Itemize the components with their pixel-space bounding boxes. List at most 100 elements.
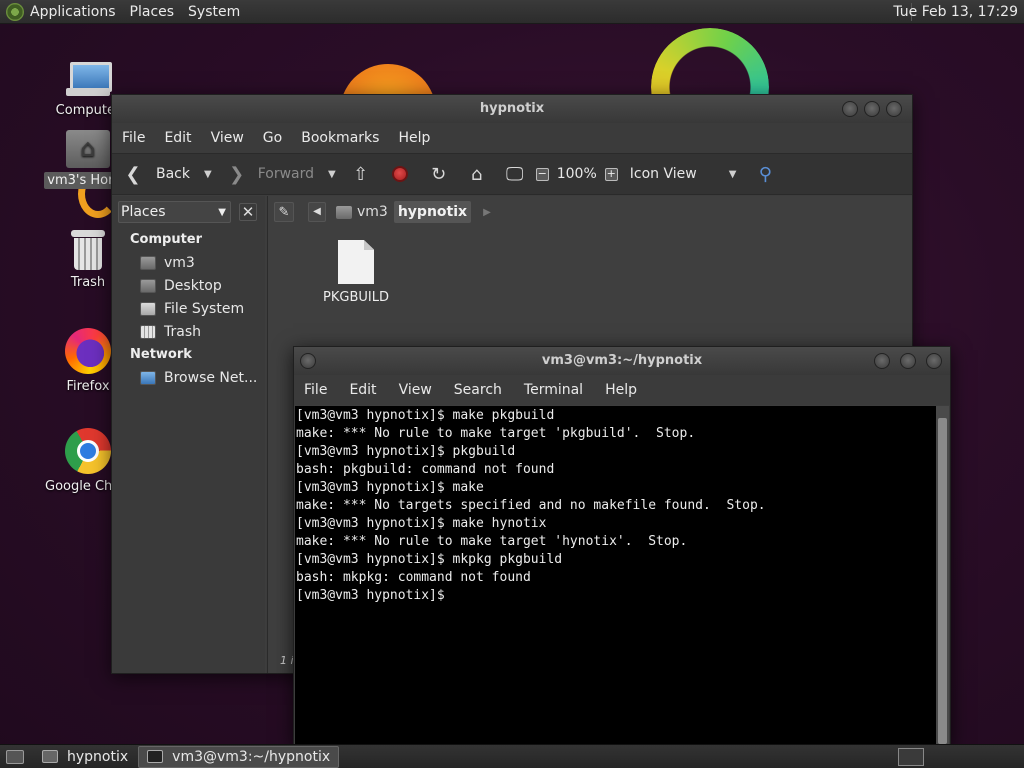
terminal-line: make: *** No rule to make target 'pkgbui… xyxy=(296,426,696,441)
trash-icon xyxy=(71,230,105,270)
menu-help[interactable]: Help xyxy=(398,130,430,146)
clock[interactable]: Tue Feb 13, 17:29 xyxy=(893,4,1018,20)
minimize-button[interactable] xyxy=(874,353,890,369)
toggle-location-entry-icon[interactable]: ✎ xyxy=(274,202,294,222)
system-menu[interactable]: System xyxy=(188,4,240,20)
menu-file[interactable]: File xyxy=(122,130,145,146)
terminal-output[interactable]: [vm3@vm3 hypnotix]$ make pkgbuild make: … xyxy=(295,406,936,746)
breadcrumb-hypnotix[interactable]: hypnotix xyxy=(393,201,472,223)
firefox-icon xyxy=(65,328,111,374)
terminal-prompt-line: [vm3@vm3 hypnotix]$ xyxy=(296,588,445,603)
terminal-line: [vm3@vm3 hypnotix]$ make hynotix xyxy=(296,516,547,531)
breadcrumb-left-arrow[interactable]: ◀ xyxy=(308,202,326,222)
desktop-icon-label: Firefox xyxy=(66,379,110,394)
terminal-scrollbar[interactable] xyxy=(936,406,949,746)
terminal-line: [vm3@vm3 hypnotix]$ pkgbuild xyxy=(296,444,516,459)
places-header: Places ▼ ✕ xyxy=(112,196,265,228)
menu-bookmarks[interactable]: Bookmarks xyxy=(301,130,379,146)
close-sidebar-button[interactable]: ✕ xyxy=(239,203,257,221)
computer-icon[interactable]: 🖵 xyxy=(504,163,526,185)
home-folder-icon xyxy=(336,205,352,219)
places-menu[interactable]: Places xyxy=(130,4,175,20)
menu-view[interactable]: View xyxy=(211,130,244,146)
terminal-window: vm3@vm3:~/hypnotix File Edit View Search… xyxy=(293,346,951,746)
sidebar-heading-network: Network xyxy=(130,347,192,362)
window-titlebar[interactable]: hypnotix xyxy=(112,95,912,123)
breadcrumb-label: vm3 xyxy=(357,204,388,220)
folder-icon xyxy=(42,750,58,763)
sidebar-type-select[interactable]: Places ▼ xyxy=(118,201,231,223)
distro-logo-icon[interactable] xyxy=(6,2,24,21)
file-item[interactable]: PKGBUILD xyxy=(316,240,396,305)
maximize-button[interactable] xyxy=(900,353,916,369)
window-menu-button[interactable] xyxy=(300,353,316,369)
menu-file[interactable]: File xyxy=(304,382,327,398)
taskbar-item-file-manager[interactable]: hypnotix xyxy=(34,746,136,768)
stop-icon[interactable] xyxy=(391,166,408,182)
maximize-button[interactable] xyxy=(864,101,880,117)
top-panel: Applications Places System Tue Feb 13, 1… xyxy=(0,0,1024,24)
terminal-line: bash: pkgbuild: command not found xyxy=(296,462,555,477)
reload-icon[interactable]: ↻ xyxy=(428,163,450,185)
back-arrow-icon[interactable]: ❮ xyxy=(122,163,144,185)
terminal-line: bash: mkpkg: command not found xyxy=(296,570,531,585)
menu-edit[interactable]: Edit xyxy=(164,130,191,146)
desktop-folder-icon xyxy=(140,278,156,293)
file-name: PKGBUILD xyxy=(323,290,389,305)
workspace-switcher[interactable] xyxy=(898,748,924,766)
menu-view[interactable]: View xyxy=(399,382,432,398)
sidebar-item-label: Trash xyxy=(164,323,201,340)
forward-history-dropdown[interactable]: ▼ xyxy=(328,169,336,180)
sidebar-item-file-system[interactable]: File System xyxy=(112,297,265,320)
menu-terminal[interactable]: Terminal xyxy=(524,382,583,398)
minimize-button[interactable] xyxy=(842,101,858,117)
breadcrumb-right-arrow[interactable]: ▶ xyxy=(483,207,491,218)
forward-arrow-icon[interactable]: ❯ xyxy=(226,163,248,185)
back-history-dropdown[interactable]: ▼ xyxy=(204,169,212,180)
menu-edit[interactable]: Edit xyxy=(349,382,376,398)
zoom-in-icon[interactable]: + xyxy=(604,167,618,181)
forward-button[interactable]: Forward xyxy=(258,166,314,182)
show-desktop-icon[interactable] xyxy=(6,749,24,764)
terminal-line: [vm3@vm3 hypnotix]$ make pkgbuild xyxy=(296,408,555,423)
close-button[interactable] xyxy=(886,101,902,117)
terminal-line: [vm3@vm3 hypnotix]$ make xyxy=(296,480,484,495)
view-mode-select[interactable]: Icon View xyxy=(630,166,697,182)
sidebar-item-browse-network[interactable]: Browse Net... xyxy=(112,366,265,389)
sidebar-item-vm3[interactable]: vm3 xyxy=(112,251,265,274)
text-file-icon xyxy=(338,240,374,284)
terminal-line: make: *** No rule to make target 'hynoti… xyxy=(296,534,688,549)
home-folder-icon xyxy=(66,130,110,168)
sidebar-item-desktop[interactable]: Desktop xyxy=(112,274,265,297)
network-icon xyxy=(140,370,156,385)
sidebar-item-label: File System xyxy=(164,300,245,317)
home-folder-icon xyxy=(140,255,156,270)
back-button[interactable]: Back xyxy=(156,166,190,182)
view-mode-dropdown[interactable]: ▼ xyxy=(729,169,737,180)
zoom-out-icon[interactable]: − xyxy=(535,167,549,181)
window-titlebar[interactable]: vm3@vm3:~/hypnotix xyxy=(294,347,950,375)
terminal-icon xyxy=(147,750,164,763)
scrollbar-thumb[interactable] xyxy=(938,418,947,744)
taskbar-item-label: hypnotix xyxy=(67,748,129,765)
home-icon[interactable]: ⌂ xyxy=(466,163,488,185)
up-arrow-icon[interactable]: ⇧ xyxy=(350,163,372,185)
menu-go[interactable]: Go xyxy=(263,130,282,146)
zoom-level: 100% xyxy=(556,166,597,182)
taskbar-item-terminal[interactable]: vm3@vm3:~/hypnotix xyxy=(138,745,340,768)
search-icon[interactable]: ⚲ xyxy=(754,163,776,185)
close-button[interactable] xyxy=(926,353,942,369)
applications-menu[interactable]: Applications xyxy=(30,4,116,20)
sidebar-item-label: Desktop xyxy=(164,277,222,294)
drive-icon xyxy=(140,301,156,316)
sidebar-item-trash[interactable]: Trash xyxy=(112,320,265,343)
menu-help[interactable]: Help xyxy=(605,382,637,398)
toolbar: ❮ Back ▼ ❯ Forward ▼ ⇧ ↻ ⌂ 🖵 − 100% + Ic… xyxy=(112,153,912,195)
sidebar-heading-computer: Computer xyxy=(130,232,203,247)
menu-search[interactable]: Search xyxy=(454,382,502,398)
bottom-panel: hypnotix vm3@vm3:~/hypnotix xyxy=(0,744,1024,768)
breadcrumb-label: hypnotix xyxy=(397,204,468,220)
breadcrumb-vm3[interactable]: vm3 xyxy=(332,201,392,223)
window-title: vm3@vm3:~/hypnotix xyxy=(541,353,703,368)
desktop-icon-label: Trash xyxy=(70,275,106,290)
